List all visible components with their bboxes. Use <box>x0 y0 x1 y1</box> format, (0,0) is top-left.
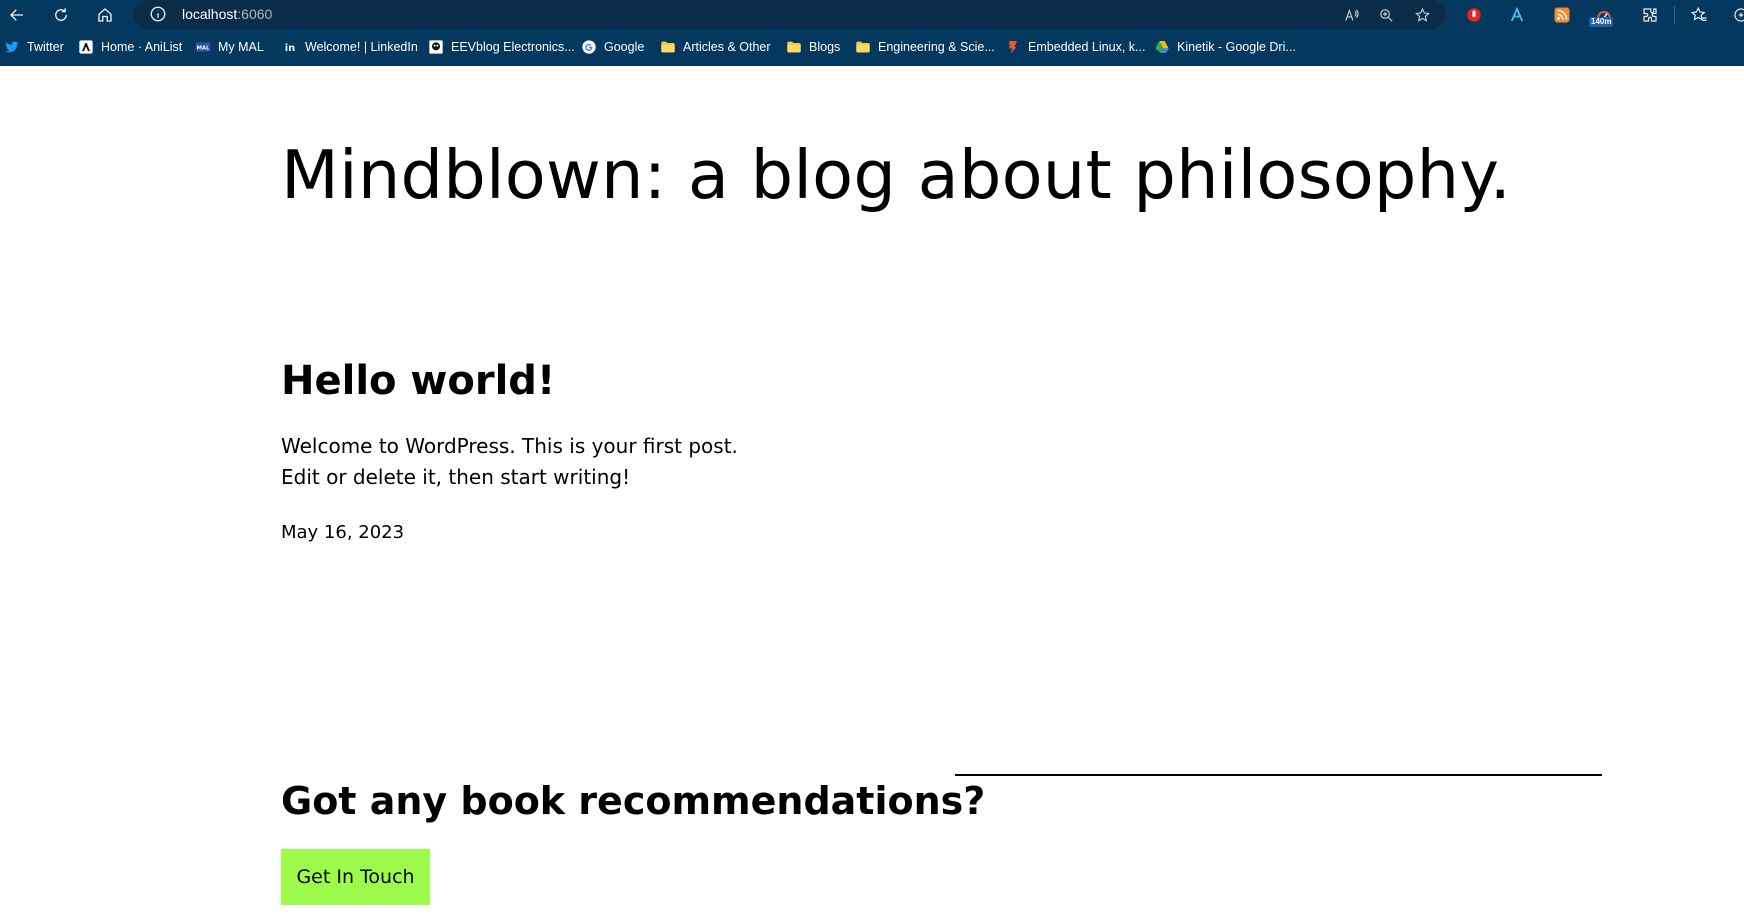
zoom-icon[interactable] <box>1376 5 1396 25</box>
home-icon[interactable] <box>93 3 117 27</box>
bookmark-label: Welcome! | LinkedIn <box>305 40 418 54</box>
read-aloud-icon[interactable] <box>1341 5 1361 25</box>
bookmark-eevblog[interactable]: EEVblog Electronics... <box>428 36 575 58</box>
bookmark-label: Engineering & Scie... <box>878 40 995 54</box>
bookmark-folder-articles[interactable]: Articles & Other <box>660 36 771 58</box>
add-favorite-icon[interactable] <box>1412 5 1432 25</box>
google-icon <box>581 39 597 55</box>
arc-extension-icon[interactable] <box>1506 4 1528 26</box>
stop-extension-icon[interactable] <box>1463 4 1485 26</box>
post-excerpt: Welcome to WordPress. This is your first… <box>281 431 738 493</box>
google-drive-icon <box>1154 39 1170 55</box>
browser-toolbar: localhost:6060 140m <box>0 0 1744 29</box>
post-excerpt-line: Edit or delete it, then start writing! <box>281 465 631 489</box>
bookmark-google[interactable]: Google <box>581 36 644 58</box>
refresh-icon[interactable] <box>49 3 73 27</box>
back-arrow-icon[interactable] <box>5 3 29 27</box>
bookmark-label: EEVblog Electronics... <box>451 40 575 54</box>
bookmark-twitter[interactable]: Twitter <box>4 36 64 58</box>
address-bar[interactable]: localhost:6060 <box>133 0 1446 29</box>
svg-text:MAL: MAL <box>197 45 210 51</box>
bookmark-label: Kinetik - Google Dri... <box>1177 40 1296 54</box>
favorites-icon[interactable] <box>1688 4 1710 26</box>
separator-line <box>955 774 1602 776</box>
site-title[interactable]: Mindblown: a blog about philosophy. <box>281 133 1511 217</box>
bookmark-folder-blogs[interactable]: Blogs <box>786 36 840 58</box>
bookmark-label: Twitter <box>27 40 64 54</box>
rss-extension-icon[interactable] <box>1551 4 1573 26</box>
svg-text:in: in <box>285 43 296 54</box>
url-host: localhost <box>182 6 238 22</box>
url-text[interactable]: localhost:6060 <box>182 6 272 22</box>
cta-heading: Got any book recommendations? <box>281 779 986 823</box>
bookmark-kinetik-drive[interactable]: Kinetik - Google Dri... <box>1154 36 1296 58</box>
bookmark-label: Home · AniList <box>101 40 183 54</box>
linkedin-icon: in <box>282 39 298 55</box>
url-port: :6060 <box>237 6 273 22</box>
bookmarks-bar: Twitter Home · AniList MAL My MAL in Wel… <box>0 29 1744 66</box>
bookmark-folder-engineering[interactable]: Engineering & Scie... <box>855 36 995 58</box>
bookmark-label: Google <box>604 40 645 54</box>
get-in-touch-button[interactable]: Get In Touch <box>281 849 430 905</box>
folder-icon <box>660 39 676 55</box>
bookmark-my-mal[interactable]: MAL My MAL <box>195 36 264 58</box>
info-icon[interactable] <box>149 5 167 23</box>
embedded-linux-icon <box>1005 39 1021 55</box>
eevblog-icon <box>428 39 444 55</box>
twitter-icon <box>4 39 20 55</box>
post-title[interactable]: Hello world! <box>281 357 555 405</box>
bookmark-linkedin[interactable]: in Welcome! | LinkedIn <box>282 36 418 58</box>
post-date[interactable]: May 16, 2023 <box>281 521 404 545</box>
copilot-icon[interactable] <box>1730 4 1744 26</box>
bookmark-anilist[interactable]: Home · AniList <box>78 36 182 58</box>
bookmark-label: My MAL <box>218 40 264 54</box>
mal-icon: MAL <box>195 39 211 55</box>
bookmark-label: Blogs <box>809 40 841 54</box>
folder-icon <box>855 39 871 55</box>
extension-badge: 140m <box>1589 17 1614 27</box>
toolbar-separator <box>1674 6 1675 24</box>
bookmark-embedded-linux[interactable]: Embedded Linux, k... <box>1005 36 1145 58</box>
post-excerpt-line: Welcome to WordPress. This is your first… <box>281 434 738 458</box>
bookmark-label: Articles & Other <box>683 40 771 54</box>
extensions-puzzle-icon[interactable] <box>1639 4 1661 26</box>
anilist-icon <box>78 39 94 55</box>
folder-icon <box>786 39 802 55</box>
bookmark-label: Embedded Linux, k... <box>1028 40 1146 54</box>
